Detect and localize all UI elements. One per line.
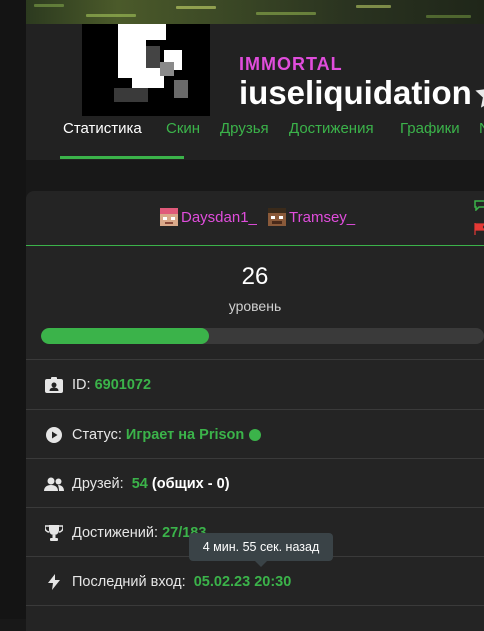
player-name-1: Daysdan1_	[181, 208, 257, 226]
player-link-1[interactable]: Daysdan1_	[160, 208, 257, 226]
friends-value[interactable]: 54	[132, 476, 148, 492]
tab-achievements[interactable]: Достижения	[289, 120, 374, 137]
friends-label: Друзей:	[72, 475, 124, 492]
achievements-label: Достижений:	[72, 524, 159, 541]
tab-statistics[interactable]: Статистика	[63, 120, 142, 137]
stat-row-next	[26, 605, 484, 631]
level-label: уровень	[228, 298, 282, 314]
tab-friends[interactable]: Друзья	[220, 120, 269, 137]
status-value: Играет на Prison	[125, 426, 245, 443]
trophy-icon	[44, 524, 64, 542]
active-tab-indicator	[60, 156, 184, 159]
last-login-tooltip: 4 мин. 55 сек. назад	[189, 533, 333, 567]
star-icon[interactable]	[473, 77, 484, 111]
linked-players: Daysdan1_ Tramsey_	[26, 191, 484, 246]
tab-graphs[interactable]: Графики	[400, 120, 460, 137]
status-label: Статус:	[72, 426, 122, 443]
users-icon	[44, 475, 64, 493]
rank-label: IMMORTAL	[239, 54, 343, 74]
left-gutter	[0, 0, 26, 619]
stat-row-status: Статус: Играет на Prison	[26, 409, 484, 459]
stat-row-id: ID: 6901072	[26, 359, 484, 409]
nickname: iuseliquidation	[239, 74, 472, 111]
level-progress-fill	[41, 328, 210, 344]
chat-icon[interactable]	[474, 199, 484, 211]
flag-icon[interactable]	[474, 223, 484, 235]
avatar	[82, 24, 210, 116]
last-login-value[interactable]: 05.02.23 20:30	[194, 574, 292, 590]
player-name-2: Tramsey_	[289, 208, 356, 226]
stat-row-friends: Друзей: 54 (общих - 0)	[26, 458, 484, 508]
player-head-icon	[160, 208, 178, 226]
level-value: 26	[241, 263, 269, 290]
play-circle-icon	[44, 426, 64, 444]
id-label: ID:	[72, 376, 91, 393]
friends-common: (общих - 0)	[151, 475, 230, 492]
profile-banner	[26, 0, 484, 24]
bolt-icon	[44, 573, 64, 591]
tab-skin[interactable]: Скин	[166, 120, 200, 137]
online-dot	[249, 428, 262, 441]
profile-tabs: Статистика Скин Друзья Достижения График…	[26, 113, 484, 160]
level-progress-bar	[41, 328, 484, 344]
player-head-icon	[268, 208, 286, 226]
tab-more[interactable]: N	[479, 120, 484, 137]
id-value: 6901072	[94, 376, 152, 393]
last-login-label: Последний вход:	[72, 573, 186, 590]
player-link-2[interactable]: Tramsey_	[268, 208, 355, 226]
id-card-icon	[44, 376, 64, 394]
